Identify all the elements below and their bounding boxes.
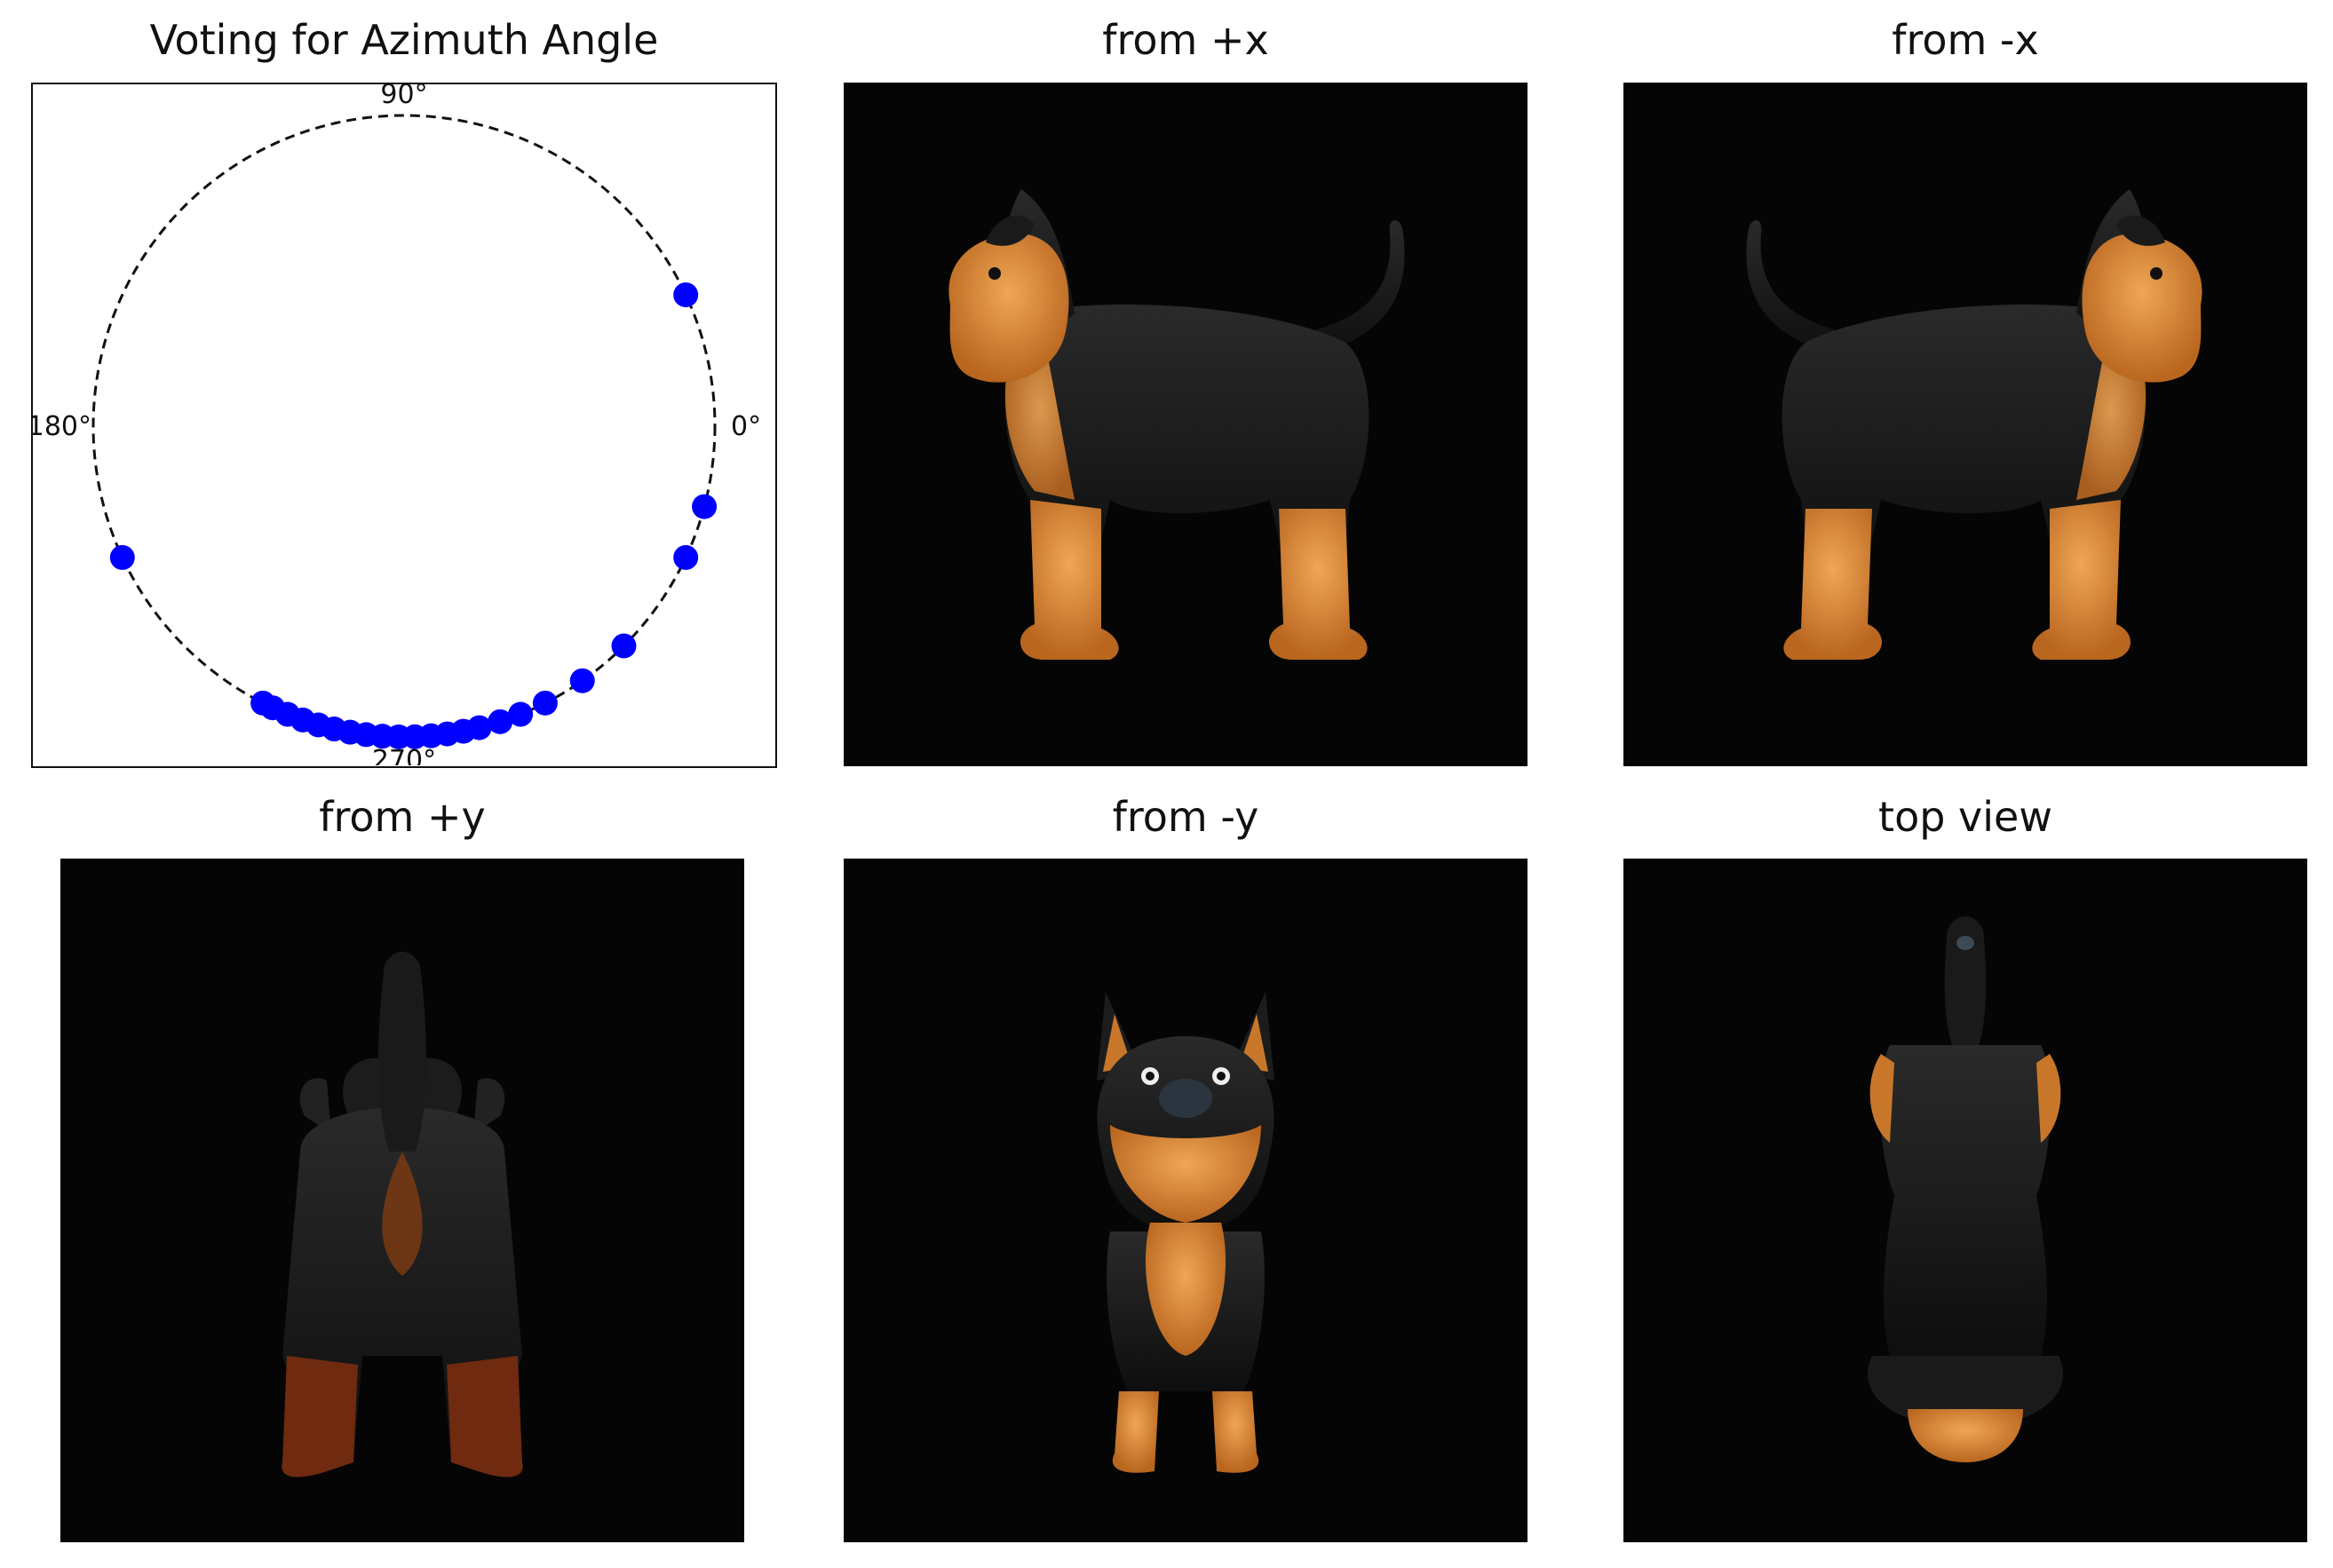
vote-point — [532, 690, 558, 716]
dog-side-left-illustration — [948, 189, 1405, 660]
render-from-minus-x — [1623, 83, 2307, 766]
dog-top-illustration — [1867, 916, 2064, 1462]
render-from-plus-y — [60, 859, 744, 1542]
vote-points — [109, 282, 718, 749]
polar-plot-area: 0° 90° 180° 270° — [33, 84, 761, 765]
vote-point — [569, 668, 595, 693]
dog-rear-illustration — [282, 952, 523, 1477]
vote-point — [109, 544, 135, 570]
vote-point — [611, 633, 637, 659]
render-top-view — [1623, 859, 2307, 1542]
angle-label-0: 0° — [731, 411, 761, 442]
render-from-plus-x — [844, 83, 1528, 766]
panel-title-from-minus-y: from -y — [1112, 793, 1259, 841]
angle-label-90: 90° — [380, 84, 427, 110]
dog-side-right-illustration — [1746, 189, 2202, 660]
panel-title-from-minus-x: from -x — [1892, 16, 2039, 64]
render-from-minus-y — [844, 859, 1528, 1542]
panel-title-top-view: top view — [1878, 793, 2052, 841]
vote-point — [673, 282, 699, 308]
vote-point — [488, 709, 513, 734]
vote-point — [692, 494, 718, 519]
chart-title: Voting for Azimuth Angle — [149, 16, 659, 64]
panel-title-from-plus-x: from +x — [1102, 16, 1269, 64]
vote-point — [250, 690, 276, 716]
azimuth-polar-chart: 0° 90° 180° 270° — [31, 83, 777, 768]
angle-label-180: 180° — [33, 411, 91, 442]
vote-point — [673, 544, 699, 570]
panel-title-from-plus-y: from +y — [319, 793, 486, 841]
dog-front-illustration — [1097, 992, 1274, 1473]
